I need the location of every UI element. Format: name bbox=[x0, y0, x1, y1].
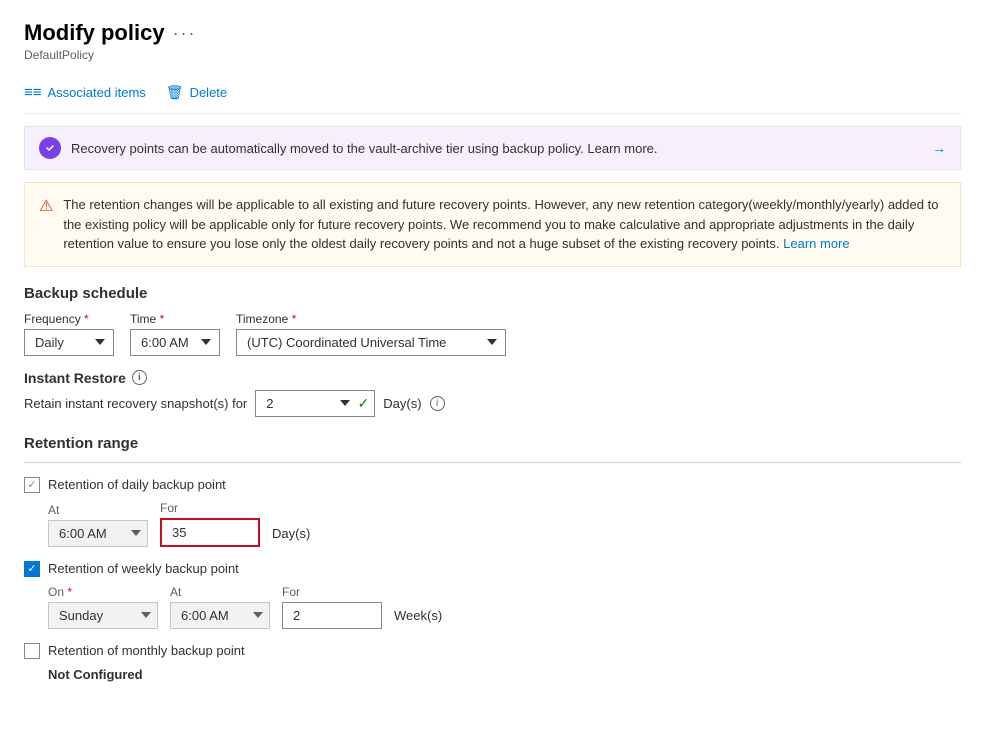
weekly-at-label: At bbox=[170, 585, 270, 599]
snapshot-input-wrap: 2 1 3 4 5 ✓ bbox=[255, 390, 375, 417]
daily-checkbox[interactable] bbox=[24, 477, 40, 493]
backup-schedule-form: Frequency * Daily Weekly Time * 6:00 AM … bbox=[24, 312, 961, 356]
weekly-on-label: On * bbox=[48, 585, 158, 599]
weekly-for-group: For bbox=[282, 585, 382, 629]
delete-icon: 🗑 bbox=[166, 84, 184, 101]
archive-banner-text: Recovery points can be automatically mov… bbox=[71, 141, 922, 156]
weekly-checkbox[interactable] bbox=[24, 561, 40, 577]
archive-banner-link[interactable]: → bbox=[932, 140, 946, 156]
frequency-select[interactable]: Daily Weekly bbox=[24, 329, 114, 356]
associated-items-label: Associated items bbox=[48, 85, 146, 100]
timezone-label: Timezone * bbox=[236, 312, 506, 326]
snapshot-info-icon[interactable]: i bbox=[430, 396, 445, 411]
daily-at-group: At 6:00 AM bbox=[48, 503, 148, 547]
daily-unit-label: Day(s) bbox=[272, 526, 310, 547]
toolbar: ≡≡ Associated items 🗑 Delete bbox=[24, 72, 961, 114]
learn-more-link[interactable]: Learn more bbox=[783, 236, 849, 251]
archive-banner-icon bbox=[39, 137, 61, 159]
retention-range-section: Retention range Retention of daily backu… bbox=[24, 435, 961, 682]
daily-at-select[interactable]: 6:00 AM bbox=[48, 520, 148, 547]
list-icon: ≡≡ bbox=[24, 84, 42, 101]
daily-checkbox-row: Retention of daily backup point bbox=[24, 477, 961, 493]
delete-button[interactable]: 🗑 Delete bbox=[166, 80, 227, 105]
retention-range-title: Retention range bbox=[24, 435, 961, 452]
timezone-group: Timezone * (UTC) Coordinated Universal T… bbox=[236, 312, 506, 356]
ellipsis-menu-button[interactable]: ··· bbox=[173, 23, 197, 44]
retention-divider bbox=[24, 462, 961, 463]
associated-items-button[interactable]: ≡≡ Associated items bbox=[24, 80, 146, 105]
instant-restore-section: Instant Restore i Retain instant recover… bbox=[24, 370, 961, 417]
instant-restore-info-icon[interactable]: i bbox=[132, 370, 147, 385]
snapshot-unit-label: Day(s) bbox=[383, 396, 421, 411]
retain-snapshot-label: Retain instant recovery snapshot(s) for bbox=[24, 396, 247, 411]
daily-at-label: At bbox=[48, 503, 148, 517]
daily-checkbox-label: Retention of daily backup point bbox=[48, 477, 226, 492]
weekly-for-label: For bbox=[282, 585, 382, 599]
archive-banner: Recovery points can be automatically mov… bbox=[24, 126, 961, 170]
time-group: Time * 6:00 AM bbox=[130, 312, 220, 356]
weekly-checkbox-label: Retention of weekly backup point bbox=[48, 561, 239, 576]
daily-for-label: For bbox=[160, 501, 260, 515]
weekly-on-select[interactable]: Sunday Monday Tuesday Wednesday Thursday… bbox=[48, 602, 158, 629]
frequency-group: Frequency * Daily Weekly bbox=[24, 312, 114, 356]
instant-restore-title: Instant Restore i bbox=[24, 370, 961, 386]
backup-schedule-title: Backup schedule bbox=[24, 285, 961, 302]
snapshot-select[interactable]: 2 1 3 4 5 bbox=[255, 390, 375, 417]
delete-label: Delete bbox=[190, 85, 228, 100]
weekly-checkbox-row: Retention of weekly backup point bbox=[24, 561, 961, 577]
policy-subtitle: DefaultPolicy bbox=[24, 48, 961, 62]
time-label: Time * bbox=[130, 312, 220, 326]
weekly-on-group: On * Sunday Monday Tuesday Wednesday Thu… bbox=[48, 585, 158, 629]
daily-retention-item: Retention of daily backup point At 6:00 … bbox=[24, 477, 961, 547]
monthly-checkbox-label: Retention of monthly backup point bbox=[48, 643, 245, 658]
frequency-label: Frequency * bbox=[24, 312, 114, 326]
weekly-sub-form: On * Sunday Monday Tuesday Wednesday Thu… bbox=[48, 585, 961, 629]
warning-banner-text: The retention changes will be applicable… bbox=[63, 195, 946, 254]
weekly-retention-item: Retention of weekly backup point On * Su… bbox=[24, 561, 961, 629]
monthly-checkbox[interactable] bbox=[24, 643, 40, 659]
weekly-at-select[interactable]: 6:00 AM bbox=[170, 602, 270, 629]
page-title-row: Modify policy ··· bbox=[24, 20, 961, 46]
monthly-checkbox-row: Retention of monthly backup point bbox=[24, 643, 961, 659]
daily-for-group: For bbox=[160, 501, 260, 547]
daily-sub-form: At 6:00 AM For Day(s) bbox=[48, 501, 961, 547]
page-title: Modify policy bbox=[24, 20, 165, 46]
monthly-not-configured: Not Configured bbox=[48, 667, 961, 682]
time-select[interactable]: 6:00 AM bbox=[130, 329, 220, 356]
monthly-retention-item: Retention of monthly backup point Not Co… bbox=[24, 643, 961, 682]
instant-restore-row: Retain instant recovery snapshot(s) for … bbox=[24, 390, 961, 417]
weekly-for-input[interactable] bbox=[282, 602, 382, 629]
weekly-unit-label: Week(s) bbox=[394, 608, 442, 629]
timezone-select[interactable]: (UTC) Coordinated Universal Time bbox=[236, 329, 506, 356]
warning-banner: ⚠ The retention changes will be applicab… bbox=[24, 182, 961, 267]
weekly-at-group: At 6:00 AM bbox=[170, 585, 270, 629]
warning-icon: ⚠ bbox=[39, 196, 53, 254]
daily-for-input[interactable] bbox=[160, 518, 260, 547]
